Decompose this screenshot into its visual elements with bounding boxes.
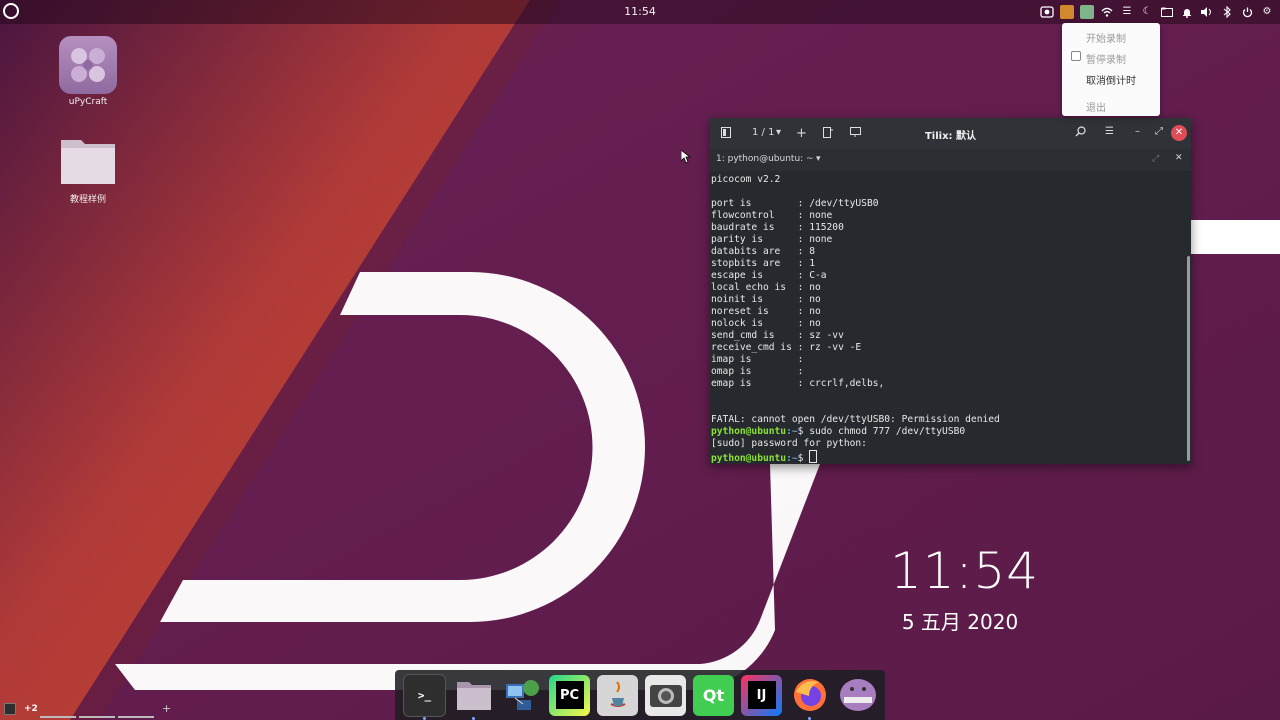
- session-label[interactable]: 1: python@ubuntu: ~: [716, 154, 814, 164]
- volume-icon[interactable]: [1200, 5, 1214, 19]
- top-panel: 11:54 ☰ ☾ ⚙: [0, 0, 1280, 24]
- close-icon[interactable]: ✕: [1171, 125, 1187, 141]
- running-indicator: [423, 716, 426, 720]
- terminal-line: parity is : none: [711, 234, 833, 245]
- desktop-clock-date: 5 五月 2020: [901, 610, 1019, 634]
- desktop-icon-upycraft[interactable]: uPyCraft: [48, 36, 128, 107]
- terminal-line: local echo is : no: [711, 282, 821, 293]
- ghost-app-icon[interactable]: [837, 675, 878, 716]
- pycharm-icon[interactable]: PC: [549, 674, 590, 716]
- session-bar: 1: python@ubuntu: ~ ▾ ⤢ ✕: [710, 149, 1191, 171]
- terminal-line: omap is :: [711, 366, 804, 377]
- record-menu: 开始录制 暂停录制 取消倒计时 退出: [1062, 23, 1160, 116]
- folder-icon[interactable]: [1160, 5, 1174, 19]
- prompt-path: :~: [786, 426, 798, 437]
- prompt-user: python@ubuntu: [711, 453, 787, 464]
- workspace-bar: +2 +: [0, 700, 180, 720]
- terminal-line: port is : /dev/ttyUSB0: [711, 198, 879, 209]
- wifi-icon[interactable]: [1100, 5, 1114, 19]
- terminal-line: stopbits are : 1: [711, 258, 815, 269]
- maximize-terminal-icon[interactable]: ⤢: [1152, 154, 1159, 164]
- sudo-prompt: [sudo] password for python:: [711, 438, 867, 449]
- tilix-terminal-window[interactable]: 1 / 1 ▾ + Tilix: 默认 ☰ – ⤢ ✕ 1: python@ub…: [710, 118, 1191, 464]
- settings-icon[interactable]: ⚙: [1260, 5, 1274, 19]
- network-icon[interactable]: [501, 675, 542, 716]
- desktop-icon-label: uPyCraft: [68, 97, 108, 107]
- intellij-icon[interactable]: IJ: [741, 674, 782, 716]
- terminal-line: emap is : crcrlf,delbs,: [711, 378, 885, 389]
- workspace-count[interactable]: +2: [24, 704, 38, 714]
- hamburger-menu-icon[interactable]: ☰: [1105, 126, 1114, 137]
- prompt-path: :~: [786, 453, 798, 464]
- power-icon[interactable]: [1240, 5, 1254, 19]
- system-tray: ☰ ☾ ⚙: [1040, 2, 1274, 22]
- screen-record-icon[interactable]: [1040, 5, 1054, 19]
- camera-icon[interactable]: [645, 674, 686, 716]
- terminal-line: imap is :: [711, 354, 804, 365]
- menu-item-cancel-countdown[interactable]: 取消倒计时: [1086, 72, 1136, 87]
- add-workspace-icon[interactable]: +: [162, 702, 171, 715]
- terminal-line: noreset is : no: [711, 306, 821, 317]
- terminal-lines: picocom v2.2 port is : /dev/ttyUSB0 flow…: [711, 174, 1000, 425]
- terminal-output[interactable]: picocom v2.2 port is : /dev/ttyUSB0 flow…: [710, 174, 1187, 464]
- terminal-line: escape is : C-a: [711, 270, 827, 281]
- terminal-title: Tilix: 默认: [924, 131, 977, 142]
- chevron-down-icon[interactable]: ▾: [816, 154, 821, 164]
- desktop-icon-label: 教程样例: [69, 195, 106, 205]
- app-icon-orange[interactable]: [1060, 5, 1074, 19]
- command-line: sudo chmod 777 /dev/ttyUSB0: [803, 426, 966, 437]
- terminal-workspace-icon[interactable]: [4, 703, 16, 715]
- upycraft-icon: [59, 36, 117, 94]
- activities-icon[interactable]: [3, 3, 19, 19]
- notification-icon[interactable]: [1180, 5, 1194, 19]
- java-icon[interactable]: [597, 674, 638, 716]
- folder-icon: [59, 136, 117, 186]
- running-indicator: [808, 716, 811, 720]
- pause-checkbox[interactable]: [1071, 51, 1081, 61]
- workspace-indicator[interactable]: [79, 716, 115, 718]
- dock: >_ PC Qt IJ: [395, 670, 885, 720]
- files-icon[interactable]: [453, 675, 494, 720]
- firefox-icon[interactable]: [789, 675, 830, 720]
- desktop-icon-folder[interactable]: 教程样例: [48, 136, 128, 205]
- intellij-icon-label: IJ: [747, 681, 776, 709]
- scrollbar[interactable]: [1187, 256, 1190, 461]
- running-indicator: [472, 716, 475, 720]
- mouse-cursor-icon: [681, 150, 691, 164]
- menu-icon[interactable]: ☰: [1120, 5, 1134, 19]
- qt-icon-label: Qt: [702, 685, 725, 705]
- workspace-indicator[interactable]: [118, 716, 154, 718]
- terminal-line: flowcontrol : none: [711, 210, 833, 221]
- night-mode-icon[interactable]: ☾: [1140, 5, 1154, 19]
- app-icon-green[interactable]: [1080, 5, 1094, 19]
- panel-clock[interactable]: 11:54: [615, 5, 665, 18]
- menu-item-pause-recording[interactable]: 暂停录制: [1086, 51, 1126, 66]
- minimize-icon[interactable]: –: [1135, 126, 1140, 137]
- qt-creator-icon[interactable]: Qt: [693, 674, 734, 716]
- pycharm-icon-label: PC: [555, 681, 584, 709]
- search-icon[interactable]: [1075, 126, 1086, 140]
- terminal-icon[interactable]: >_: [403, 673, 446, 720]
- workspace-indicator[interactable]: [40, 716, 76, 718]
- terminal-line: FATAL: cannot open /dev/ttyUSB0: Permiss…: [711, 414, 1000, 425]
- bluetooth-icon[interactable]: [1220, 5, 1234, 19]
- terminal-line: noinit is : no: [711, 294, 821, 305]
- close-terminal-icon[interactable]: ✕: [1175, 153, 1183, 163]
- terminal-line: databits are : 8: [711, 246, 815, 257]
- terminal-line: send_cmd is : sz -vv: [711, 330, 844, 341]
- prompt-user: python@ubuntu: [711, 426, 787, 437]
- terminal-line: nolock is : no: [711, 318, 821, 329]
- terminal-titlebar[interactable]: 1 / 1 ▾ + Tilix: 默认 ☰ – ⤢ ✕: [710, 118, 1191, 149]
- menu-item-start-recording[interactable]: 开始录制: [1086, 30, 1126, 45]
- desktop-clock-time: 11:54: [890, 542, 1040, 600]
- terminal-line: baudrate is : 115200: [711, 222, 844, 233]
- text-cursor: [809, 450, 818, 463]
- terminal-icon-label: >_: [417, 688, 432, 702]
- menu-item-quit[interactable]: 退出: [1086, 99, 1106, 114]
- terminal-line: picocom v2.2: [711, 174, 781, 185]
- terminal-line: receive_cmd is : rz -vv -E: [711, 342, 862, 353]
- maximize-icon[interactable]: ⤢: [1155, 126, 1163, 137]
